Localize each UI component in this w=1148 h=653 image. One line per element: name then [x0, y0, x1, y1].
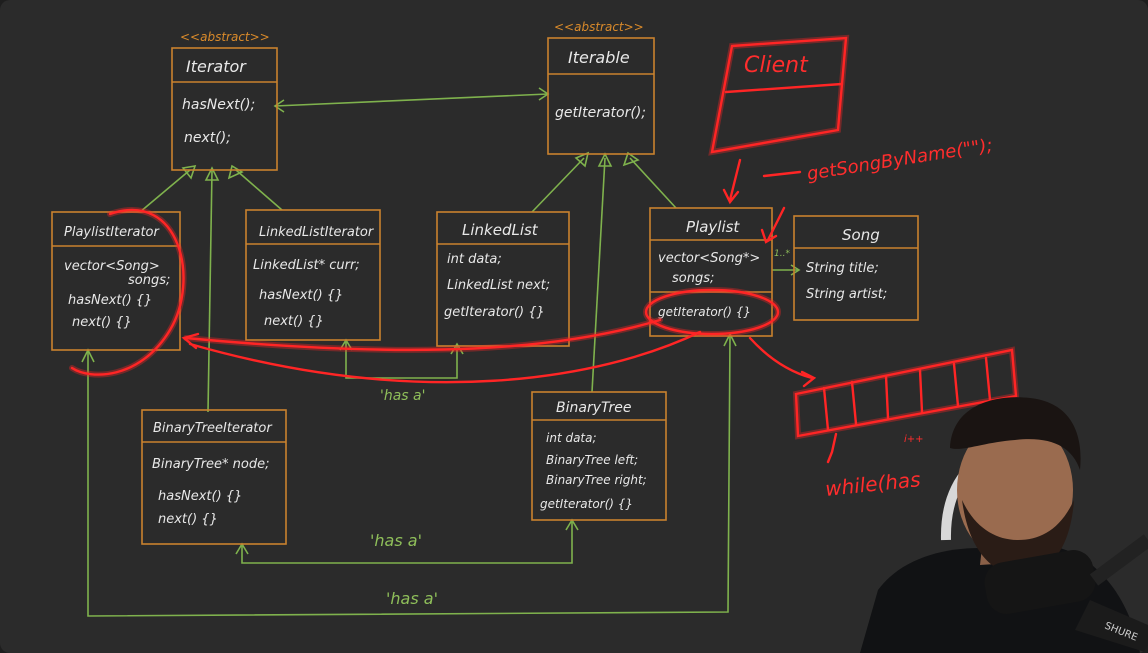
class-iterator: <<abstract>> Iterator hasNext(); next(); [171, 30, 278, 171]
class-member: String artist; [806, 287, 887, 302]
binarytree-inherits [591, 157, 606, 393]
class-member: songs; [128, 273, 170, 288]
inherit-arrowhead [227, 164, 244, 180]
class-playlist-iterator: PlaylistIterator vector<Song> songs; has… [51, 211, 181, 351]
class-member: BinaryTree right; [546, 473, 647, 487]
class-binarytree-iterator: BinaryTreeIterator BinaryTree* node; has… [141, 409, 287, 545]
class-member: songs; [672, 271, 714, 286]
has-a-label: 'has a' [380, 388, 425, 404]
class-member: vector<Song> [64, 259, 160, 274]
class-member: next() {} [72, 315, 132, 330]
class-member: hasNext(); [182, 97, 255, 113]
whiteboard-canvas: <<abstract>> Iterator hasNext(); next();… [0, 0, 1148, 653]
client-title: Client [744, 53, 809, 78]
linkedlist-inherits [531, 157, 585, 213]
class-member: BinaryTree left; [546, 453, 638, 467]
stereotype-label: <<abstract>> [180, 30, 270, 44]
multiplicity-label: 1..* [774, 249, 790, 259]
class-title: PlaylistIterator [64, 225, 160, 240]
class-member: next() {} [264, 314, 324, 329]
increment-annotation: i++ [904, 434, 924, 445]
inherit-arrowhead [181, 164, 197, 180]
class-title: LinkedList [462, 221, 539, 239]
class-title: BinaryTree [556, 400, 631, 416]
stereotype-label: <<abstract>> [554, 20, 644, 34]
class-member: getIterator() {} [444, 305, 545, 320]
class-member: hasNext() {} [158, 489, 242, 504]
has-a-label: 'has a' [386, 589, 438, 608]
class-member: int data; [546, 431, 597, 445]
class-member: LinkedList next; [447, 278, 550, 293]
class-linkedlist: LinkedList int data; LinkedList next; ge… [436, 211, 570, 347]
client-divider [724, 82, 844, 94]
class-title: BinaryTreeIterator [153, 421, 273, 436]
class-linkedlist-iterator: LinkedListIterator LinkedList* curr; has… [245, 209, 381, 341]
class-member: getIterator() {} [658, 305, 751, 319]
linkedlistiterator-inherits [235, 169, 283, 211]
class-member: getIterator() {} [540, 497, 633, 511]
class-member: hasNext() {} [68, 293, 152, 308]
class-member: int data; [447, 252, 502, 267]
playlist-inherits [629, 157, 677, 209]
class-member: next() {} [158, 512, 218, 527]
class-member: next(); [184, 130, 231, 146]
class-iterable: <<abstract>> Iterable getIterator(); [547, 20, 655, 155]
class-member: hasNext() {} [259, 288, 343, 303]
class-member: LinkedList* curr; [253, 258, 360, 273]
class-title: LinkedListIterator [259, 225, 375, 240]
binarytreeiterator-inherits [207, 169, 213, 413]
class-member: BinaryTree* node; [152, 457, 270, 472]
class-member: vector<Song*> [658, 251, 760, 266]
has-a-label: 'has a' [370, 531, 422, 550]
class-title: Iterable [568, 48, 630, 67]
class-member: String title; [806, 261, 879, 276]
class-member: getIterator(); [555, 105, 646, 121]
while-annotation: while(has [824, 467, 922, 501]
iterator-iterable-line [274, 93, 549, 107]
uml-diagram: <<abstract>> Iterator hasNext(); next();… [51, 20, 1148, 653]
class-title: Iterator [186, 57, 247, 76]
class-playlist: Playlist vector<Song*> songs; getIterato… [649, 207, 773, 337]
get-song-annotation: getSongByName(""); [805, 135, 994, 185]
class-song: Song String title; String artist; [793, 215, 919, 321]
class-title: Song [842, 226, 880, 244]
playlistiterator-inherits [139, 169, 191, 213]
class-title: Playlist [686, 218, 740, 236]
class-binarytree: BinaryTree int data; BinaryTree left; Bi… [531, 391, 667, 521]
